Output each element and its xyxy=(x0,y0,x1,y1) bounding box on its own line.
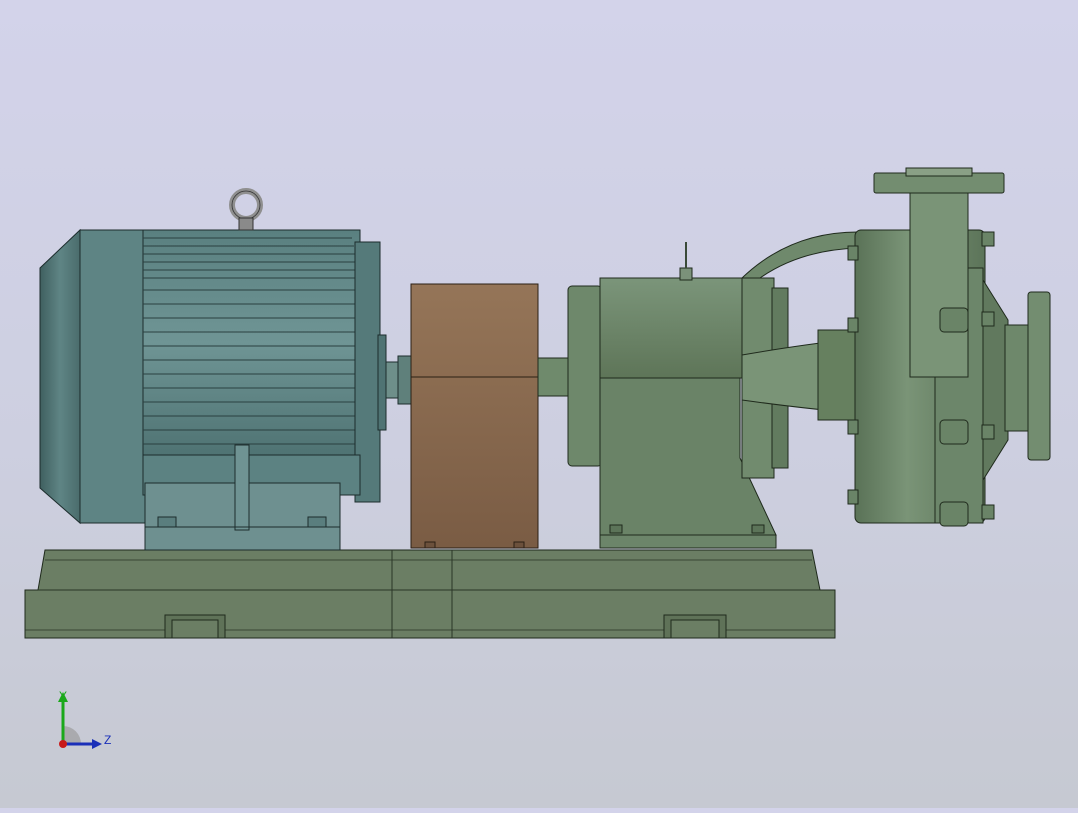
axis-triad: Y Z xyxy=(58,689,111,749)
motor xyxy=(39,228,387,551)
3d-viewport[interactable]: Y Z xyxy=(0,0,1078,808)
z-axis-label: Z xyxy=(104,733,111,747)
coupling-guard xyxy=(410,283,539,549)
base-plate xyxy=(24,549,836,639)
lifting-eyebolt xyxy=(229,188,263,231)
model-canvas[interactable] xyxy=(0,0,1078,808)
motor-shaft xyxy=(385,355,415,405)
x-axis-dot xyxy=(59,740,67,748)
pump-shaft xyxy=(537,357,571,397)
pump-casing xyxy=(847,167,1051,527)
y-axis-label: Y xyxy=(59,689,67,703)
